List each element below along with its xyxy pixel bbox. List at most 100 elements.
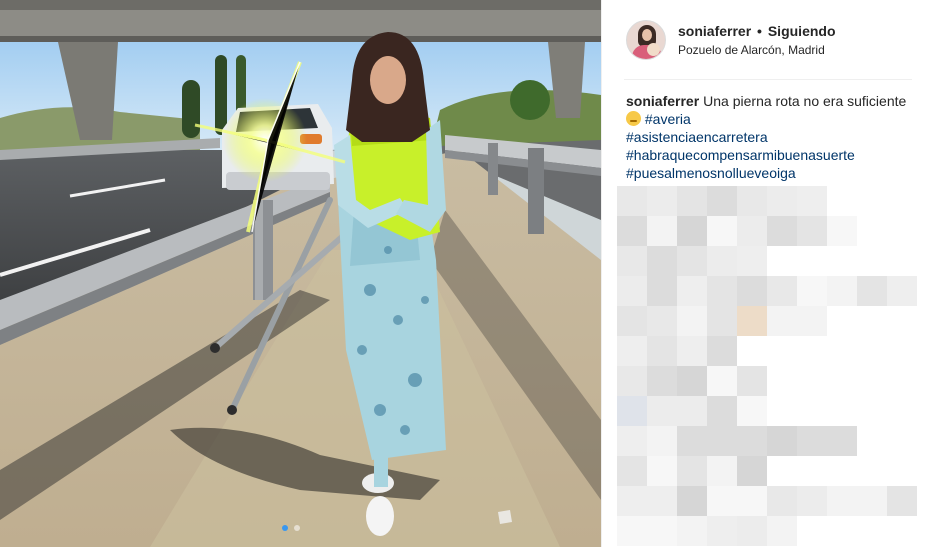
- pixelated-cell: [737, 366, 767, 396]
- carousel-dot[interactable]: [294, 525, 300, 531]
- pixelated-cell: [707, 396, 737, 426]
- pixelated-cell: [677, 306, 707, 336]
- following-button[interactable]: Siguiendo: [768, 23, 836, 39]
- pixelated-cell: [737, 456, 767, 486]
- pixelated-cell: [617, 426, 647, 456]
- pixelated-cell: [647, 186, 677, 216]
- pixelated-cell: [617, 516, 647, 546]
- pixelated-cell: [707, 486, 737, 516]
- pouting-face-emoji-icon: [626, 111, 641, 126]
- pixelated-cell: [797, 216, 827, 246]
- pixelated-cell: [707, 186, 737, 216]
- pixelated-cell: [797, 486, 827, 516]
- pixelated-cell: [617, 366, 647, 396]
- pixelated-cell: [647, 516, 677, 546]
- post-caption: soniaferrer Una pierna rota no era sufici…: [626, 92, 916, 182]
- pixelated-cell: [647, 246, 677, 276]
- pixelated-cell: [767, 426, 797, 456]
- pixelated-cell: [707, 366, 737, 396]
- pixelated-cell: [677, 426, 707, 456]
- pixelated-cell: [677, 276, 707, 306]
- pixelated-cell: [797, 186, 827, 216]
- pixelated-cell: [647, 396, 677, 426]
- header-text: soniaferrer • Siguiendo Pozuelo de Alarc…: [678, 22, 836, 59]
- pixelated-cell: [797, 306, 827, 336]
- caption-text: Una pierna rota no era suficiente: [703, 93, 907, 109]
- pixelated-cell: [617, 246, 647, 276]
- pixelated-cell: [737, 276, 767, 306]
- avatar[interactable]: [626, 20, 666, 60]
- pixelated-cell: [617, 186, 647, 216]
- pixelated-cell: [707, 336, 737, 366]
- pixelated-cell: [617, 396, 647, 426]
- hashtag-link[interactable]: #averia: [645, 111, 691, 127]
- separator-dot: •: [757, 22, 762, 39]
- pixelated-cell: [707, 216, 737, 246]
- pixelated-cell: [827, 486, 857, 516]
- pixelated-cell: [677, 216, 707, 246]
- user-row: soniaferrer • Siguiendo: [678, 22, 836, 40]
- pixelated-cell: [707, 306, 737, 336]
- location-link[interactable]: Pozuelo de Alarcón, Madrid: [678, 41, 836, 59]
- post-header: soniaferrer • Siguiendo Pozuelo de Alarc…: [602, 0, 936, 80]
- carousel-dot-active: [282, 525, 288, 531]
- pixelated-cell: [677, 366, 707, 396]
- pixelated-comments: [617, 186, 936, 547]
- hashtag-link[interactable]: #habraquecompensarmibuenasuerte: [626, 147, 855, 163]
- pixelated-cell: [707, 516, 737, 546]
- carousel-indicator: [282, 525, 300, 531]
- pixelated-cell: [767, 516, 797, 546]
- pixelated-cell: [707, 426, 737, 456]
- post-image: [0, 0, 601, 547]
- hashtag-link[interactable]: #puesalmenosnollueveoiga: [626, 165, 796, 181]
- pixelated-cell: [647, 336, 677, 366]
- pixelated-cell: [737, 516, 767, 546]
- post-photo[interactable]: [0, 0, 601, 547]
- pixelated-cell: [677, 456, 707, 486]
- hashtag-link[interactable]: #asistenciaencarretera: [626, 129, 768, 145]
- pixelated-cell: [647, 216, 677, 246]
- pixelated-cell: [647, 486, 677, 516]
- pixelated-cell: [737, 396, 767, 426]
- pixelated-cell: [647, 456, 677, 486]
- pixelated-cell: [767, 276, 797, 306]
- pixelated-cell: [617, 276, 647, 306]
- pixelated-cell: [677, 396, 707, 426]
- pixelated-cell: [797, 276, 827, 306]
- pixelated-cell: [767, 216, 797, 246]
- pixelated-cell: [647, 306, 677, 336]
- pixelated-cell: [857, 486, 887, 516]
- pixelated-cell: [617, 306, 647, 336]
- pixelated-cell: [887, 276, 917, 306]
- pixelated-cell: [707, 276, 737, 306]
- pixelated-cell: [647, 276, 677, 306]
- pixelated-cell: [737, 186, 767, 216]
- pixelated-cell: [617, 456, 647, 486]
- pixelated-cell: [827, 216, 857, 246]
- pixelated-cell: [617, 486, 647, 516]
- pixelated-cell: [617, 336, 647, 366]
- pixelated-cell: [677, 246, 707, 276]
- pixelated-cell: [737, 486, 767, 516]
- pixelated-cell: [827, 426, 857, 456]
- pixelated-cell: [857, 276, 887, 306]
- pixelated-cell: [677, 186, 707, 216]
- pixelated-cell: [707, 456, 737, 486]
- pixelated-cell: [617, 216, 647, 246]
- pixelated-cell: [677, 516, 707, 546]
- pixelated-cell: [887, 486, 917, 516]
- caption-username-link[interactable]: soniaferrer: [626, 93, 699, 109]
- pixelated-cell: [647, 366, 677, 396]
- pixelated-cell: [737, 426, 767, 456]
- pixelated-cell: [767, 306, 797, 336]
- pixelated-cell: [827, 276, 857, 306]
- username-link[interactable]: soniaferrer: [678, 23, 751, 39]
- pixelated-cell: [677, 336, 707, 366]
- pixelated-cell: [737, 216, 767, 246]
- pixelated-cell: [767, 186, 797, 216]
- pixelated-cell: [677, 486, 707, 516]
- pixelated-cell: [767, 486, 797, 516]
- pixelated-cell: [707, 246, 737, 276]
- pixelated-cell: [797, 426, 827, 456]
- pixelated-cell: [647, 426, 677, 456]
